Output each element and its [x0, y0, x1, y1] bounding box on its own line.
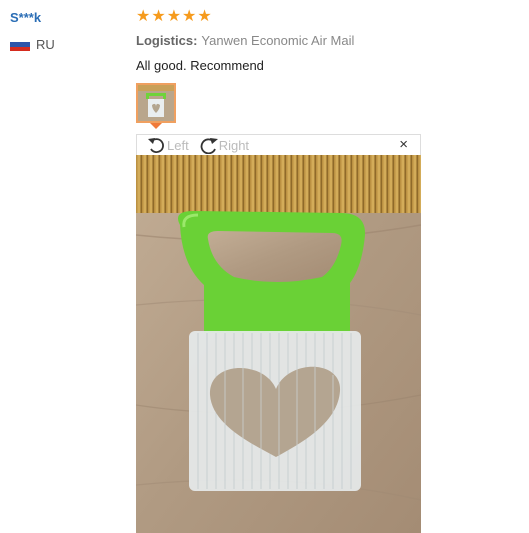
logistics-value: Yanwen Economic Air Mail — [201, 33, 355, 48]
rotate-right-icon — [200, 138, 218, 154]
star-icon: ★ — [136, 8, 151, 25]
image-viewer-toolbar: Left Right × — [136, 134, 421, 155]
review-text: All good. Recommend — [136, 58, 264, 73]
russia-flag-icon — [10, 38, 30, 51]
review-photo-thumbnail[interactable] — [136, 83, 176, 123]
review-photo-large — [136, 155, 421, 533]
country-code: RU — [36, 37, 55, 52]
logistics-label: Logistics: — [136, 33, 198, 48]
rotate-left-icon — [148, 138, 164, 153]
star-icon: ★ — [151, 8, 166, 25]
rotate-left-label: Left — [167, 137, 189, 153]
close-icon[interactable]: × — [399, 136, 408, 153]
star-rating: ★ ★ ★ ★ ★ — [136, 8, 213, 26]
star-icon: ★ — [166, 8, 182, 25]
rotate-right-label: Right — [218, 137, 250, 153]
star-icon: ★ — [197, 8, 212, 25]
rotate-right-button[interactable]: Right — [197, 136, 249, 154]
star-icon: ★ — [182, 8, 197, 25]
reviewer-name[interactable]: S***k — [10, 10, 41, 25]
thumbnail-image — [138, 85, 174, 121]
reviewer-country: RU — [10, 37, 55, 52]
selected-thumbnail-indicator — [150, 123, 162, 129]
logistics-info: Logistics: Yanwen Economic Air Mail — [136, 33, 354, 48]
rotate-left-button[interactable]: Left — [147, 136, 189, 154]
product-photo — [136, 155, 421, 533]
